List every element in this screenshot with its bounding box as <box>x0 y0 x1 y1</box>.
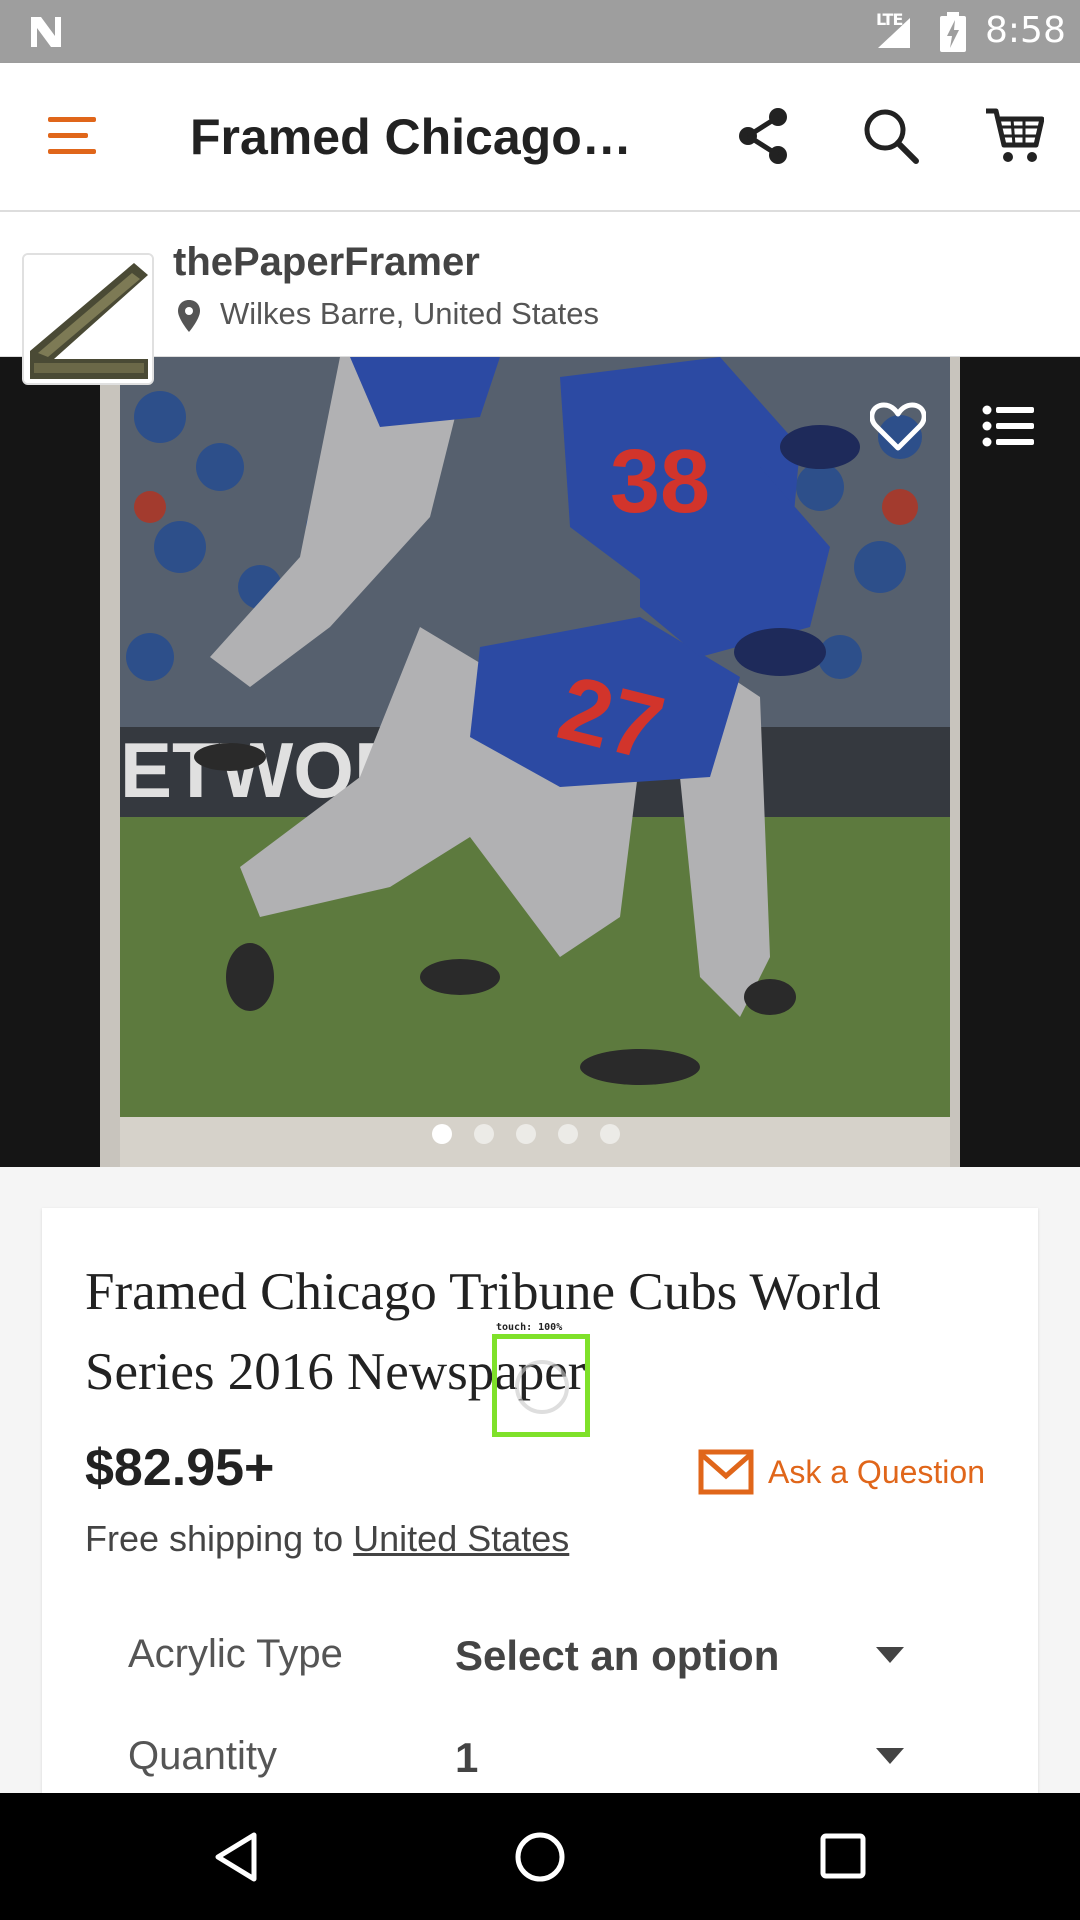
quantity-select[interactable]: 1 <box>455 1734 478 1782</box>
product-image-gallery[interactable]: ETWORK 38 27 <box>0 357 1080 1167</box>
shipping-prefix: Free shipping to <box>85 1518 354 1559</box>
cart-icon[interactable] <box>984 105 1044 167</box>
quantity-dropdown-arrow-icon[interactable] <box>876 1748 904 1764</box>
favorite-heart-icon[interactable] <box>870 402 926 452</box>
pagination-dot-2[interactable] <box>474 1124 494 1144</box>
status-bar: LTE 8:58 <box>0 0 1080 63</box>
acrylic-type-label: Acrylic Type <box>128 1632 343 1676</box>
notification-n-icon <box>31 17 61 47</box>
share-icon[interactable] <box>736 107 790 165</box>
signal-icon <box>878 18 910 48</box>
clock: 8:58 <box>985 10 1066 51</box>
ask-question-button[interactable]: Ask a Question <box>698 1446 985 1498</box>
back-icon[interactable] <box>212 1831 260 1883</box>
shop-name[interactable]: thePaperFramer <box>173 240 480 285</box>
image-pagination-dots[interactable] <box>432 1124 642 1146</box>
acrylic-dropdown-arrow-icon[interactable] <box>876 1647 904 1663</box>
shop-avatar[interactable] <box>22 253 154 385</box>
shop-location: Wilkes Barre, United States <box>220 296 600 331</box>
product-price: $82.95+ <box>85 1439 275 1497</box>
pagination-dot-3[interactable] <box>516 1124 536 1144</box>
ask-question-label: Ask a Question <box>768 1453 985 1490</box>
menu-icon[interactable] <box>46 115 98 157</box>
recent-apps-icon[interactable] <box>820 1833 866 1879</box>
search-icon[interactable] <box>862 107 920 165</box>
shipping-info: Free shipping to United States <box>85 1518 569 1560</box>
pagination-dot-1[interactable] <box>432 1124 452 1144</box>
mail-icon <box>698 1449 754 1495</box>
acrylic-type-select[interactable]: Select an option <box>455 1632 779 1680</box>
page-title: Framed Chicago… <box>190 109 632 165</box>
shop-header[interactable]: thePaperFramer Wilkes Barre, United Stat… <box>0 212 1080 357</box>
app-bar: Framed Chicago… <box>0 63 1080 212</box>
frame-sample-image <box>24 255 152 383</box>
pagination-dot-4[interactable] <box>558 1124 578 1144</box>
quantity-label: Quantity <box>128 1734 277 1778</box>
system-nav-bar <box>0 1793 1080 1920</box>
location-pin-icon <box>178 300 200 332</box>
product-photo: ETWORK 38 27 <box>0 357 1080 1167</box>
jersey-number-38: 38 <box>610 432 710 532</box>
touch-indicator-label: touch: 100% <box>496 1322 563 1333</box>
home-icon[interactable] <box>514 1831 566 1883</box>
list-view-icon[interactable] <box>982 404 1034 448</box>
pagination-dot-5[interactable] <box>600 1124 620 1144</box>
touch-ripple <box>515 1360 569 1414</box>
shipping-destination-link[interactable]: United States <box>353 1518 569 1559</box>
battery-charging-icon <box>940 12 966 52</box>
